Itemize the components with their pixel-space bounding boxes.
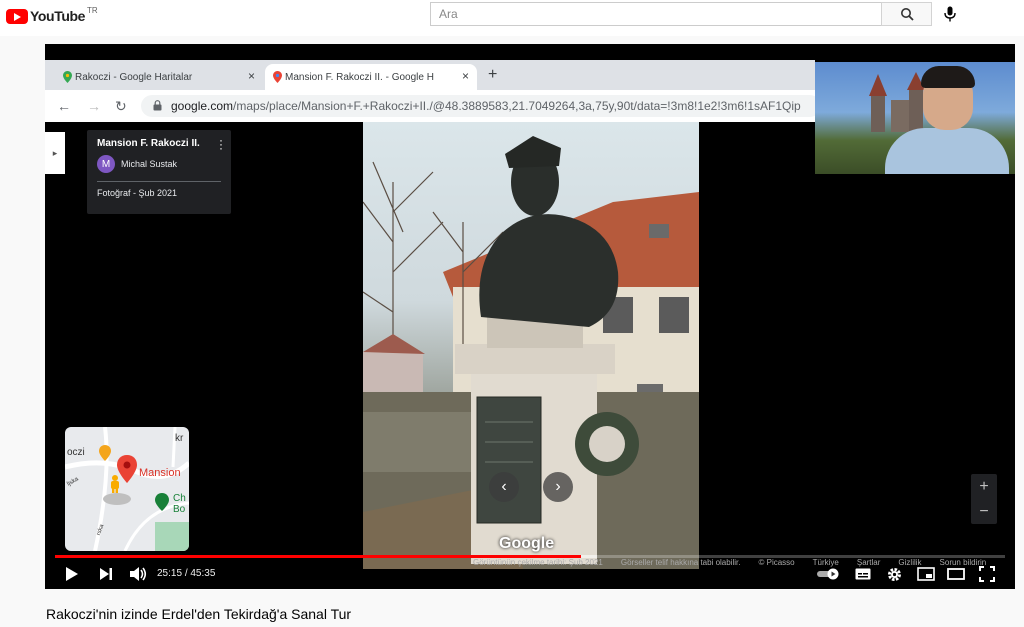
progress-played [55,555,582,558]
search-button[interactable] [881,2,932,26]
masthead: YouTube TR Ara [0,0,1024,36]
forward-arrow-icon[interactable]: → [87,98,101,114]
google-watermark: Google [499,535,555,552]
miniplayer-icon [917,567,935,581]
attribution-item: Görüntünün çekilme tarihi: Şub 2021 [473,558,603,567]
mute-button[interactable] [129,564,147,584]
zoom-in-button[interactable]: + [971,474,997,499]
lock-icon [153,100,162,111]
microphone-icon [944,6,956,22]
chevron-right-icon: ▸ [52,147,58,158]
browser-tab-1-label: Rakoczi - Google Haritalar [75,71,193,83]
pegman-icon[interactable] [109,475,121,493]
more-options-icon[interactable]: · · · [219,134,223,154]
browser-tab-2[interactable]: Mansion F. Rakoczi II. - Google H × [265,64,477,90]
maps-pin-icon [273,71,282,83]
search-icon [900,8,914,21]
skip-next-icon [100,568,112,580]
next-video-button[interactable] [99,564,113,584]
reload-icon[interactable]: ↻ [115,98,127,115]
avatar[interactable]: M [97,155,115,173]
miniplayer-button[interactable] [917,564,935,584]
place-title: Mansion F. Rakoczi II. [97,138,200,149]
previous-photo-button[interactable]: ‹ [489,472,519,502]
presenter-hair [921,66,975,88]
play-button[interactable] [65,564,79,584]
play-icon [66,567,78,581]
minimap-label-place: Mansion [139,467,181,479]
video-title: Rakoczi'nin izinde Erdel'den Tekirdağ'a … [46,606,352,622]
zoom-out-button[interactable]: − [971,499,997,524]
voice-search-button[interactable] [940,4,960,24]
browser-address-bar: ← → ↻ google.com/maps/place/Mansion+F.+R… [45,90,821,122]
autoplay-toggle[interactable] [817,564,841,584]
attribution-item: Görseller telif hakkına tabi olabilir. [620,558,741,567]
minimap-label-green: Ch Bo [173,493,186,515]
browser-tab-1[interactable]: Rakoczi - Google Haritalar × [55,64,263,90]
logo-word: YouTube [30,8,86,24]
subtitles-icon [855,568,871,580]
minimap-label-left: oczi [67,447,85,458]
photo-date: Fotoğraf - Şub 2021 [97,188,178,198]
streetview-viewport[interactable]: ▸ Mansion F. Rakoczi II. · · · M Michal Su… [45,122,1015,589]
url-path: /maps/place/Mansion+F.+Rakoczi+II./@48.3… [233,99,801,113]
time-separator: / [184,568,188,579]
streetview-photo[interactable]: Google ‹ › [363,122,699,569]
maps-pin-icon [63,71,72,83]
settings-button[interactable] [887,564,902,584]
autoplay-icon [817,568,839,580]
current-time: 25:15 [157,568,183,579]
minimap-label-top: kr [175,433,184,444]
youtube-logo[interactable]: YouTube TR [6,6,98,26]
new-tab-icon[interactable]: + [488,66,497,84]
expand-panel-button[interactable]: ▸ [45,132,65,174]
browser-tab-strip: Rakoczi - Google Haritalar × Mansion F. … [45,60,815,90]
back-arrow-icon[interactable]: ← [57,98,71,114]
chevron-left-icon: ‹ [501,478,507,495]
time-display: 25:15 / 45:35 [157,568,215,579]
park-pin-icon [155,493,169,511]
browser-tab-2-label: Mansion F. Rakoczi II. - Google H [285,71,434,83]
url-field[interactable]: google.com/maps/place/Mansion+F.+Rakoczi… [141,95,821,117]
minimap-roads [65,427,189,551]
url-host: google.com [171,99,234,113]
gear-icon [888,567,901,581]
close-icon[interactable]: × [462,69,469,83]
webcam-overlay [815,62,1015,174]
author-name[interactable]: Michal Sustak [121,159,177,169]
minimap[interactable]: oczi Mansion kr Ch Bo ljska rska [65,427,189,551]
subtitles-button[interactable] [855,564,871,584]
search-input[interactable]: Ara [430,2,882,26]
place-card: Mansion F. Rakoczi II. · · · M Michal Sust… [87,130,231,214]
next-photo-button[interactable]: › [543,472,573,502]
progress-bar[interactable] [55,555,1005,558]
statue-scene-image [363,136,699,569]
theater-icon [947,568,965,580]
close-icon[interactable]: × [248,69,255,83]
video-player[interactable]: Rakoczi - Google Haritalar × Mansion F. … [45,44,1015,589]
divider [97,181,221,182]
youtube-play-icon [6,8,28,24]
volume-icon [130,567,147,581]
theater-mode-button[interactable] [947,564,965,584]
attribution-item[interactable]: © Picasso [758,558,794,567]
presenter-shirt [885,128,1009,174]
chevron-right-icon: › [555,478,561,495]
zoom-control: + − [971,474,997,524]
country-code: TR [87,5,98,15]
fullscreen-button[interactable] [979,564,995,584]
trophy-pin-icon [99,445,111,461]
fullscreen-icon [979,566,995,582]
duration: 45:35 [190,568,216,579]
